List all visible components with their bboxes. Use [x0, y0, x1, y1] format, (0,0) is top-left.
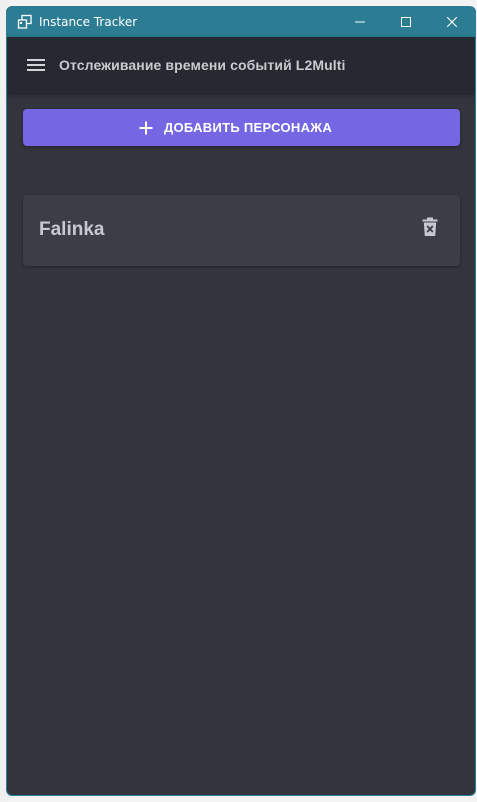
app-window: Instance Tracker Отслеживание времени со…: [6, 6, 476, 796]
menu-button[interactable]: [24, 53, 48, 77]
maximize-button[interactable]: [383, 7, 429, 37]
app-window-icon: [17, 14, 33, 30]
minimize-button[interactable]: [337, 7, 383, 37]
hamburger-menu-icon: [27, 59, 45, 71]
page-title: Отслеживание времени событий L2Multi: [59, 57, 346, 73]
add-character-button[interactable]: ДОБАВИТЬ ПЕРСОНАЖА: [23, 109, 460, 146]
add-character-label: ДОБАВИТЬ ПЕРСОНАЖА: [163, 120, 333, 135]
maximize-icon: [401, 17, 411, 27]
close-icon: [447, 17, 457, 27]
window-title: Instance Tracker: [39, 15, 138, 29]
character-name: Falinka: [39, 219, 105, 240]
delete-character-button[interactable]: [418, 215, 442, 239]
app-bar: Отслеживание времени событий L2Multi: [7, 37, 475, 93]
window-controls: [337, 7, 475, 37]
character-card: Falinka: [23, 195, 460, 266]
plus-icon: [139, 121, 153, 134]
close-button[interactable]: [429, 7, 475, 37]
window-titlebar[interactable]: Instance Tracker: [7, 7, 475, 37]
trash-delete-icon: [422, 217, 438, 236]
minimize-icon: [355, 21, 365, 23]
